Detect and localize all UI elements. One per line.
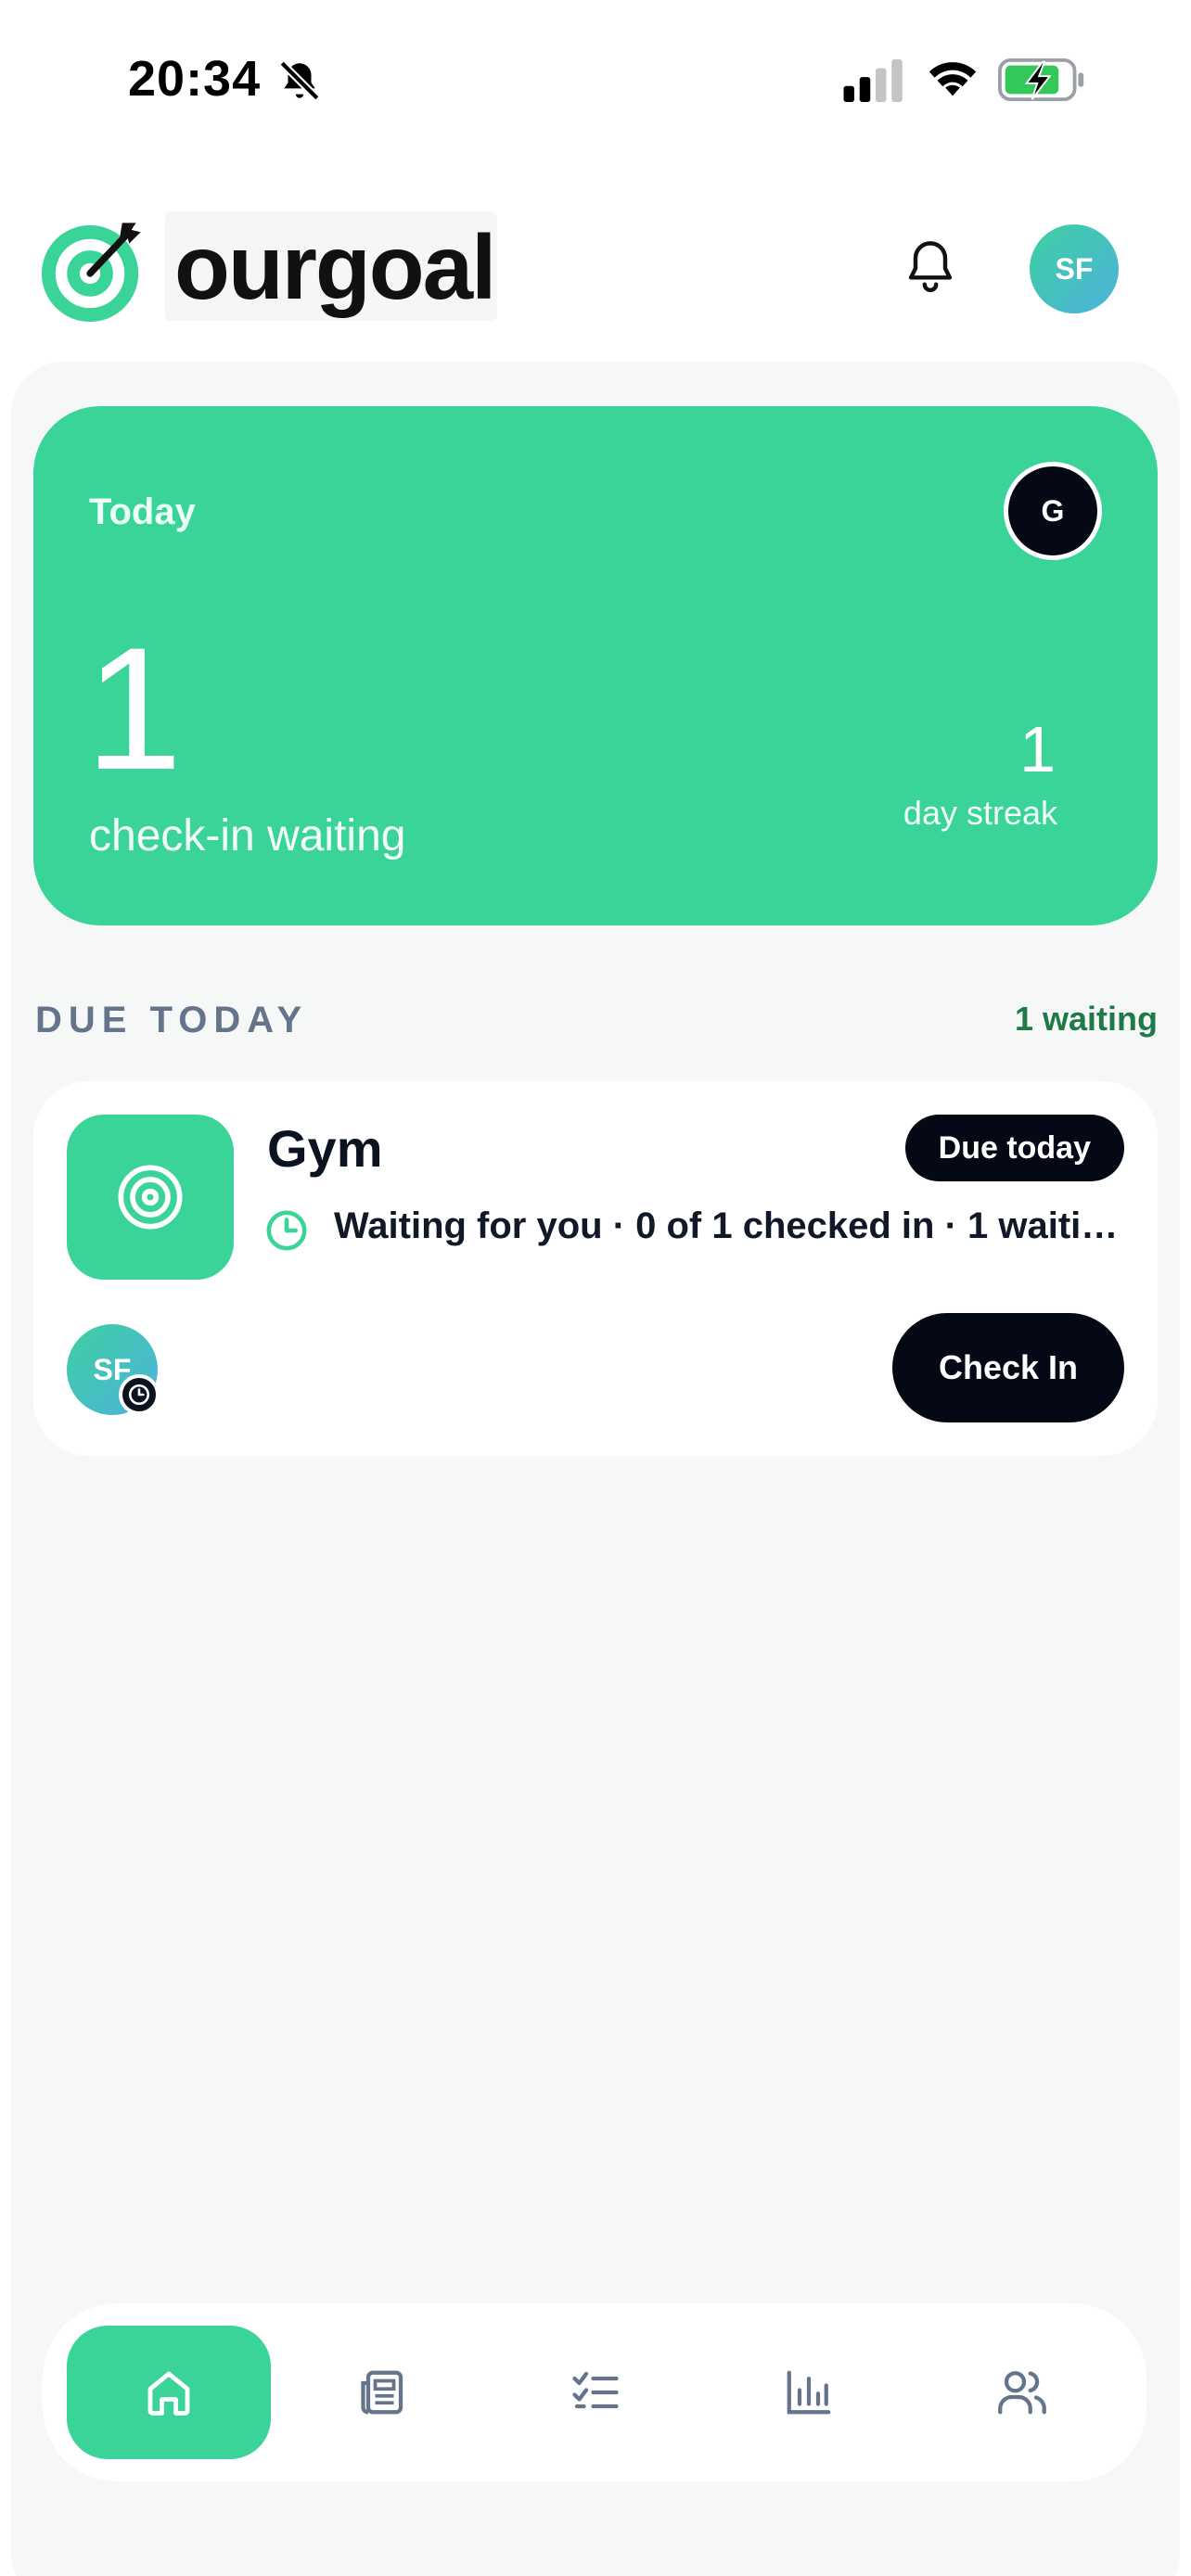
bell-slash-icon [279,60,320,101]
goal-card[interactable]: Gym Due today Waiting for you · 0 of 1 c… [33,1081,1158,1456]
waiting-count-label: check-in waiting [89,811,406,861]
cellular-signal-icon [843,59,903,102]
due-today-badge: Due today [904,1115,1124,1181]
streak-value: 1 [1019,713,1056,785]
nav-people[interactable] [920,2326,1124,2459]
check-in-button[interactable]: Check In [892,1313,1124,1422]
waiting-count: 1 [85,611,183,806]
goal-status-text: Waiting for you · 0 of 1 checked in · 1 … [334,1205,1126,1246]
pending-clock-icon [119,1374,160,1415]
nav-tasks[interactable] [493,2326,698,2459]
status-bar: 20:34 [0,0,1191,158]
streak-label: day streak [903,794,1057,832]
bottom-navigation [43,2303,1146,2481]
users-icon [998,2371,1046,2415]
home-icon [147,2371,190,2416]
logo-wordmark: ourgoal [165,211,497,321]
nav-stats[interactable] [707,2326,911,2459]
bar-chart-icon [787,2370,831,2415]
wifi-icon [928,62,977,96]
logo-text: ourgoal [174,216,496,318]
status-time: 20:34 [128,51,262,107]
notifications-button[interactable] [896,232,965,300]
logo-target-icon [41,223,141,323]
section-waiting-count: 1 waiting [1014,1000,1158,1038]
clock-icon [266,1210,307,1251]
nav-feed[interactable] [280,2326,484,2459]
target-icon [118,1165,183,1230]
bell-icon [908,241,953,293]
app-screen: 20:34 ourgoal SF Today G 1 check-in wait… [0,0,1191,2576]
nav-home[interactable] [67,2326,271,2459]
battery-charging-icon [998,57,1084,102]
app-header: ourgoal SF [0,185,1191,352]
today-summary-card: Today G 1 check-in waiting 1 day streak [33,406,1158,925]
newspaper-icon [361,2370,403,2415]
group-badge[interactable]: G [1004,462,1102,560]
checklist-icon [572,2371,619,2409]
today-label: Today [89,491,196,532]
goal-icon-tile [67,1115,234,1280]
profile-avatar[interactable]: SF [1030,224,1119,313]
goal-name: Gym [267,1119,383,1178]
section-title-due-today: DUE TODAY [35,1000,309,1040]
